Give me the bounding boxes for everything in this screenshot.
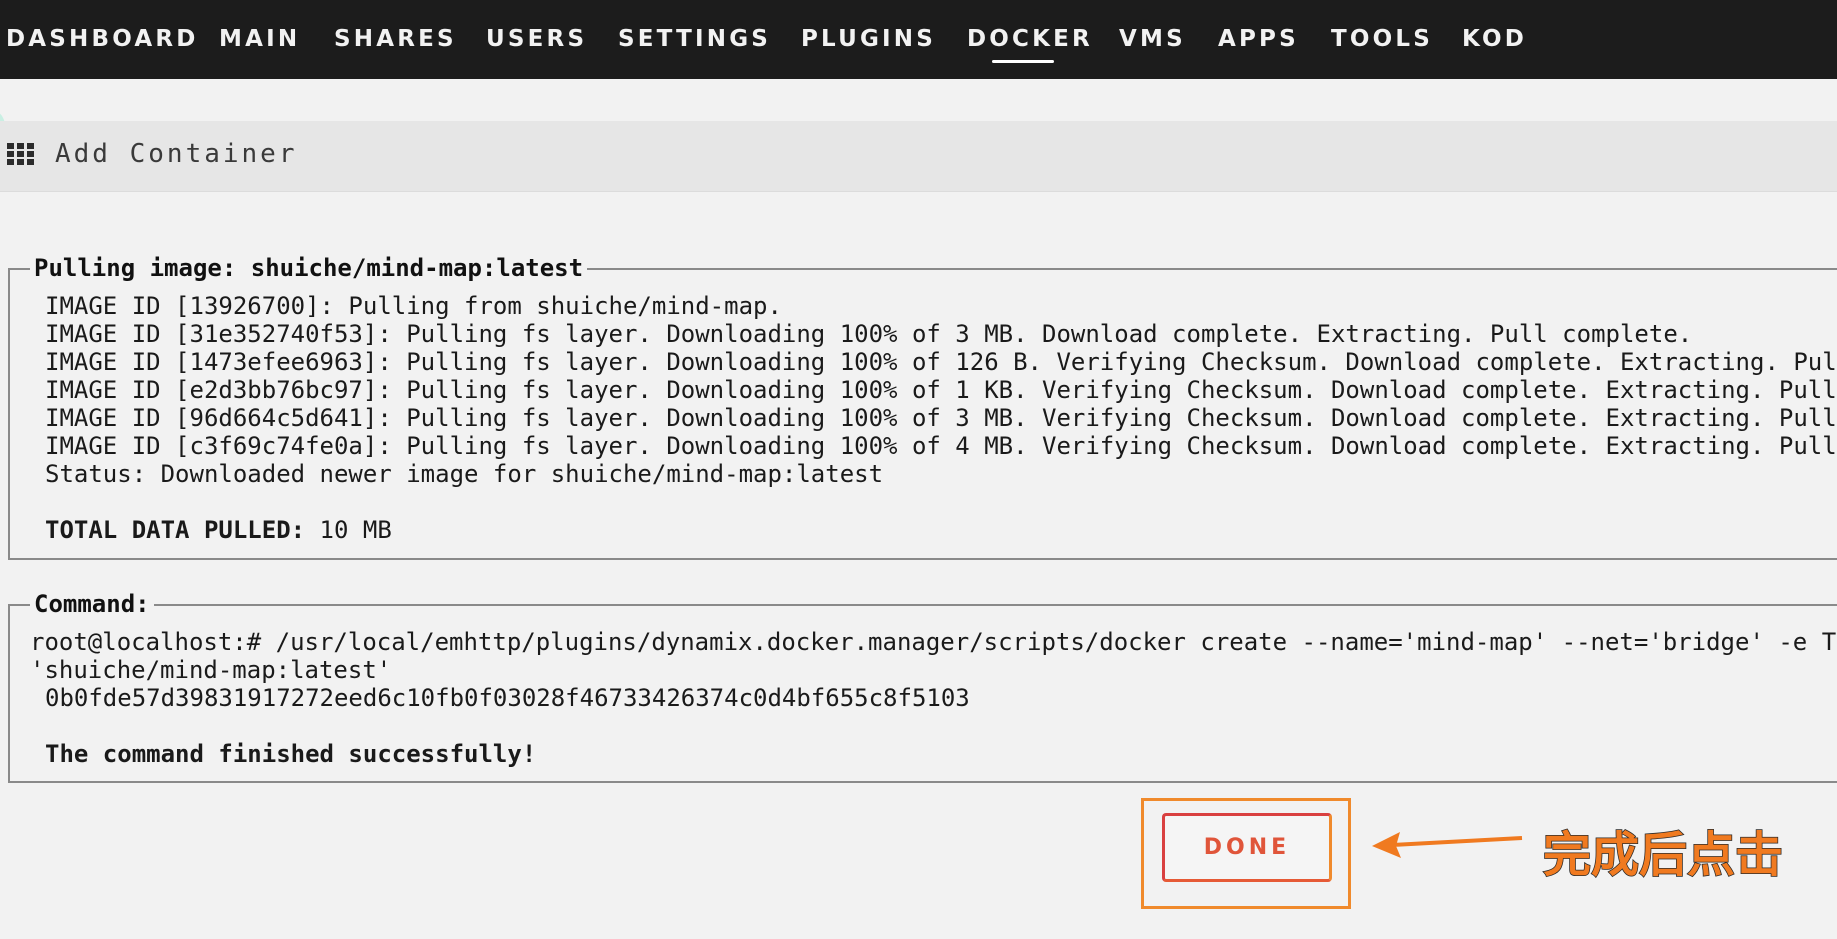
done-button[interactable]: DONE <box>1162 813 1332 882</box>
nav-item-docker[interactable]: DOCKER <box>967 22 1093 56</box>
top-navigation: DASHBOARD MAIN SHARES USERS SETTINGS PLU… <box>0 0 1837 79</box>
status-line: Status: Downloaded newer image for shuic… <box>45 460 884 488</box>
page-title: Add Container <box>55 139 298 169</box>
annotation-text: 完成后点击 <box>1542 826 1784 884</box>
total-label: TOTAL DATA PULLED: <box>45 516 306 544</box>
total-value: 10 MB <box>305 516 392 544</box>
nav-item-vms[interactable]: VMS <box>1119 22 1186 56</box>
container-id: 0b0fde57d39831917272eed6c10fb0f03028f467… <box>45 684 970 712</box>
nav-item-plugins[interactable]: PLUGINS <box>801 22 936 56</box>
nav-item-kod[interactable]: KOD <box>1462 22 1527 56</box>
pull-log-panel: Pulling image: shuiche/mind-map:latest I… <box>8 253 1837 560</box>
command-line: root@localhost:# /usr/local/emhttp/plugi… <box>30 628 1837 656</box>
command-legend: Command: <box>30 589 154 619</box>
active-nav-indicator <box>992 60 1054 63</box>
page-title-bar: Add Container <box>0 121 1837 192</box>
total-data-pulled: TOTAL DATA PULLED: 10 MB <box>45 516 392 544</box>
nav-item-users[interactable]: USERS <box>486 22 587 56</box>
grid-icon <box>7 143 34 165</box>
nav-item-apps[interactable]: APPS <box>1218 22 1299 56</box>
log-line: IMAGE ID [13926700]: Pulling from shuich… <box>45 292 782 320</box>
nav-item-dashboard[interactable]: DASHBOARD <box>6 22 199 56</box>
nav-item-shares[interactable]: SHARES <box>334 22 457 56</box>
annotation-arrow <box>1372 832 1523 858</box>
log-line: IMAGE ID [c3f69c74fe0a]: Pulling fs laye… <box>45 432 1837 460</box>
command-result: The command finished successfully! <box>45 740 537 768</box>
log-line: IMAGE ID [96d664c5d641]: Pulling fs laye… <box>45 404 1837 432</box>
log-line: IMAGE ID [31e352740f53]: Pulling fs laye… <box>45 320 1693 348</box>
nav-item-tools[interactable]: TOOLS <box>1331 22 1433 56</box>
log-line: IMAGE ID [e2d3bb76bc97]: Pulling fs laye… <box>45 376 1837 404</box>
command-line-continued: 'shuiche/mind-map:latest' <box>30 656 392 684</box>
command-panel: Command: root@localhost:# /usr/local/emh… <box>8 589 1837 783</box>
log-line: IMAGE ID [1473efee6963]: Pulling fs laye… <box>45 348 1837 376</box>
pull-log-legend: Pulling image: shuiche/mind-map:latest <box>30 253 588 283</box>
nav-item-settings[interactable]: SETTINGS <box>618 22 771 56</box>
nav-item-main[interactable]: MAIN <box>219 22 300 56</box>
